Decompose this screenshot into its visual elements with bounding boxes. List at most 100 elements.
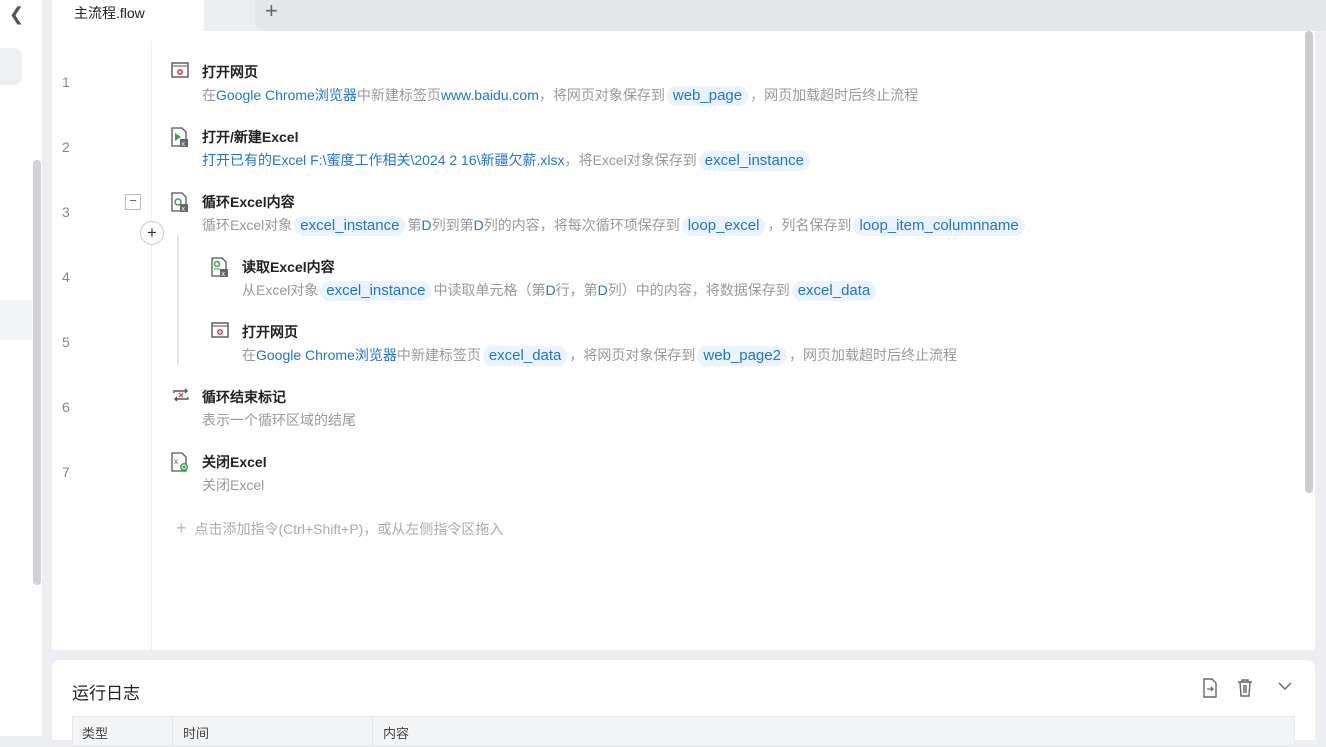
variable-chip[interactable]: web_page — [666, 86, 749, 106]
description-text: 中读取单元格（第 — [433, 282, 546, 298]
description-text: 列到第 — [431, 217, 474, 233]
description-text: 在 — [242, 347, 256, 363]
variable-chip[interactable]: excel_instance — [320, 281, 432, 301]
description-text: 在 — [202, 87, 216, 103]
svg-text:x: x — [182, 206, 186, 212]
description-text: 行，第 — [555, 282, 598, 298]
flow-step[interactable]: 5 打开网页在Google Chrome浏览器中新建标签页 excel_data ，将… — [52, 301, 1302, 366]
description-text: 第 — [407, 217, 422, 233]
parameter-link[interactable]: www.baidu.com — [441, 87, 539, 103]
sidebar-item[interactable] — [0, 300, 32, 340]
line-number: 3 — [62, 204, 70, 220]
step-title: 打开网页 — [202, 64, 258, 80]
variable-chip[interactable]: loop_excel — [681, 216, 766, 236]
line-number: 1 — [62, 74, 70, 90]
collapse-loop-button[interactable]: − — [125, 194, 141, 210]
flow-editor: 1 打开网页 在Google Chrome浏览器中新建标签页www.baidu.co… — [52, 31, 1315, 650]
plus-icon: + — [265, 0, 278, 23]
add-command-hint[interactable]: + 点击添加指令(Ctrl+Shift+P)，或从左侧指令区拖入 — [176, 518, 503, 539]
log-table-header: 类型 时间 内容 — [72, 716, 1295, 747]
plus-icon: + — [176, 518, 187, 538]
step-description: 在Google Chrome浏览器中新建标签页www.baidu.com，将网页… — [202, 85, 918, 106]
variable-chip[interactable]: loop_item_columnname — [853, 216, 1025, 236]
column-divider — [372, 717, 373, 747]
left-sidebar: ❮ — [0, 0, 42, 736]
description-text: 中新建标签页 — [356, 87, 441, 103]
svg-text:x: x — [182, 141, 186, 147]
description-text: 表示一个循环区域的结尾 — [202, 412, 356, 428]
step-description: 表示一个循环区域的结尾 — [202, 410, 356, 430]
step-description: 打开已有的Excel F:\蜜度工作相关\2024 2 16\新疆欠薪.xlsx… — [202, 150, 812, 171]
add-command-text: 点击添加指令(Ctrl+Shift+P)，或从左侧指令区拖入 — [194, 521, 504, 537]
flow-step[interactable]: 4 x 读取Excel内容从Excel对象 excel_instance 中读取单元格（… — [52, 236, 1302, 301]
step-description: 从Excel对象 excel_instance 中读取单元格（第D行，第D列）中的内… — [242, 280, 878, 301]
parameter-link[interactable]: D — [474, 217, 484, 233]
step-title: 关闭Excel — [202, 454, 267, 470]
line-number: 7 — [62, 464, 70, 480]
flow-step[interactable]: 3 x 循环Excel内容 循环Excel对象 excel_instance 第D列到第D… — [52, 171, 1302, 236]
description-text: ，网页加载超时后终止流程 — [788, 347, 957, 363]
line-number: 4 — [62, 269, 70, 285]
column-type: 类型 — [82, 726, 109, 741]
flow-step[interactable]: 1 打开网页在Google Chrome浏览器中新建标签页www.baidu.co… — [52, 41, 1302, 106]
flow-step[interactable]: 7 x 关闭Excel 关闭Excel — [52, 431, 1302, 496]
description-text: 中新建标签页 — [396, 347, 481, 363]
line-number: 6 — [62, 399, 70, 415]
description-text: 列的内容，将每次循环项保存到 — [483, 217, 680, 233]
description-text: 列）中的内容，将数据保存到 — [607, 282, 790, 298]
parameter-link[interactable]: 打开已有的Excel F:\蜜度工作相关\2024 2 16\新疆欠薪.xlsx — [202, 152, 565, 168]
step-title: 循环结束标记 — [202, 389, 286, 405]
sidebar-selected-item[interactable] — [0, 48, 22, 85]
add-tab-button[interactable]: + — [255, 0, 1326, 31]
variable-chip[interactable]: excel_instance — [698, 151, 810, 171]
description-text: ，将网页对象保存到 — [538, 87, 665, 103]
trash-icon[interactable] — [1236, 678, 1254, 703]
line-number: 5 — [62, 334, 70, 350]
column-divider — [172, 717, 173, 747]
export-log-icon[interactable] — [1201, 678, 1219, 703]
variable-chip[interactable]: excel_data — [791, 281, 877, 301]
column-content: 内容 — [383, 726, 410, 741]
browser-icon — [211, 322, 229, 340]
line-number: 2 — [62, 139, 70, 155]
step-description: 循环Excel对象 excel_instance 第D列到第D列的内容，将每次循环项… — [202, 215, 1027, 236]
sidebar-scrollbar[interactable] — [33, 160, 41, 585]
step-title: 循环Excel内容 — [202, 194, 295, 210]
variable-chip[interactable]: excel_data — [482, 346, 568, 366]
loop-nest-line — [177, 235, 179, 365]
description-text: 循环Excel对象 — [202, 217, 293, 233]
variable-chip[interactable]: excel_instance — [294, 216, 406, 236]
parameter-link[interactable]: D — [598, 282, 608, 298]
parameter-link[interactable]: Google Chrome浏览器 — [216, 87, 357, 103]
loop-end-icon — [171, 387, 189, 405]
svg-text:x: x — [222, 271, 226, 277]
excel-loop-icon: x — [171, 192, 189, 213]
run-log-title: 运行日志 — [72, 684, 140, 703]
editor-scrollbar[interactable] — [1305, 31, 1313, 493]
step-title: 读取Excel内容 — [242, 259, 335, 275]
description-text: ，将网页对象保存到 — [569, 347, 696, 363]
variable-chip[interactable]: web_page2 — [697, 346, 787, 366]
step-description: 在Google Chrome浏览器中新建标签页 excel_data ，将网页对象保… — [242, 345, 957, 366]
parameter-link[interactable]: Google Chrome浏览器 — [256, 347, 397, 363]
insert-step-button[interactable]: + — [140, 221, 164, 245]
parameter-link[interactable]: D — [545, 282, 555, 298]
parameter-link[interactable]: D — [421, 217, 431, 233]
description-text: 关闭Excel — [202, 477, 265, 493]
chevron-down-icon[interactable] — [1277, 678, 1293, 699]
description-text: ，网页加载超时后终止流程 — [750, 87, 919, 103]
step-title: 打开网页 — [242, 324, 298, 340]
tab-bar: 主流程.flow + — [52, 0, 1326, 31]
svg-text:x: x — [174, 457, 178, 466]
chevron-left-icon[interactable]: ❮ — [9, 4, 24, 25]
excel-read-icon: x — [211, 257, 229, 278]
step-title: 打开/新建Excel — [202, 129, 299, 145]
step-description: 关闭Excel — [202, 475, 264, 495]
tab-main-flow[interactable]: 主流程.flow — [52, 0, 204, 31]
column-time: 时间 — [183, 726, 210, 741]
flow-step[interactable]: 6 循环结束标记表示一个循环区域的结尾 — [52, 366, 1302, 431]
description-text: ，列名保存到 — [767, 217, 852, 233]
excel-close-icon: x — [171, 452, 189, 472]
browser-icon — [171, 62, 189, 80]
flow-step[interactable]: 2 x 打开/新建Excel 打开已有的Excel F:\蜜度工作相关\2024 2 … — [52, 106, 1302, 171]
